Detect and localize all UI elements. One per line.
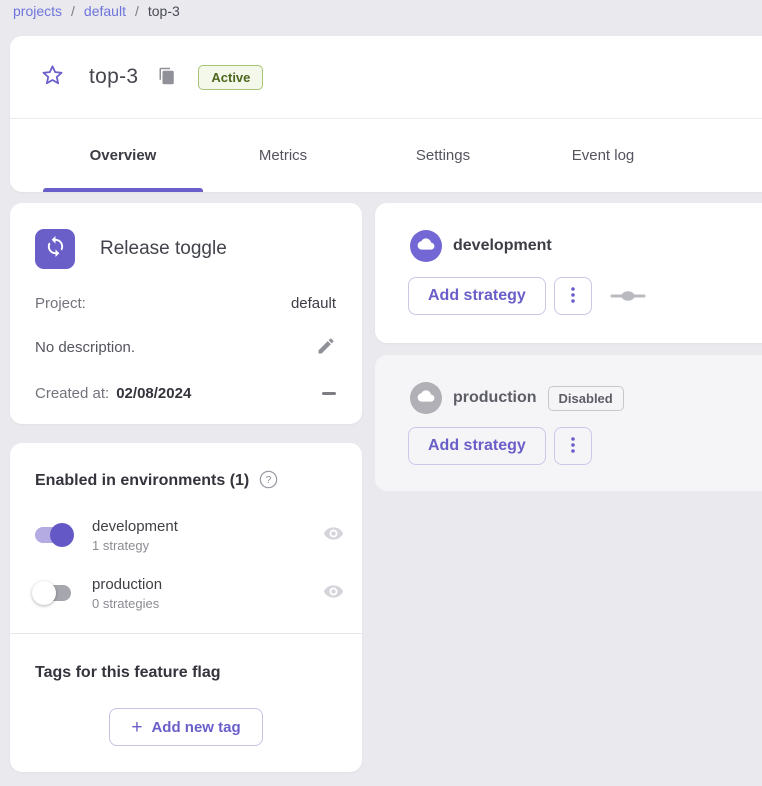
- copy-name-button[interactable]: [158, 67, 176, 88]
- help-button[interactable]: ?: [259, 470, 278, 492]
- environment-name: development: [92, 518, 178, 535]
- svg-text:?: ?: [266, 475, 272, 486]
- environment-strategy-count: 1 strategy: [92, 538, 178, 553]
- sync-icon: [44, 235, 67, 263]
- environments-title: Enabled in environments (1): [35, 472, 249, 490]
- project-row: Project: default: [35, 295, 336, 312]
- created-at-row: Created at: 02/08/2024: [35, 385, 336, 402]
- breadcrumb-link-projects[interactable]: projects: [13, 3, 62, 19]
- breadcrumb-separator: /: [135, 3, 139, 19]
- tab-event-log[interactable]: Event log: [523, 119, 683, 192]
- breadcrumb-current: top-3: [148, 3, 180, 19]
- add-strategy-button-production[interactable]: Add strategy: [408, 427, 546, 465]
- flag-type-header: Release toggle: [35, 229, 227, 269]
- strategy-separator-icon: [610, 289, 646, 303]
- panel-actions: Add strategy: [408, 427, 592, 465]
- breadcrumb: projects / default / top-3: [13, 3, 180, 19]
- question-mark-icon: ?: [259, 470, 278, 492]
- flag-header-card: top-3 Active Overview Metrics Settings E…: [10, 36, 762, 192]
- disabled-badge: Disabled: [548, 386, 624, 411]
- release-toggle-icon-badge: [35, 229, 75, 269]
- plus-icon: +: [131, 718, 142, 737]
- visibility-button-development[interactable]: [323, 523, 344, 547]
- eye-icon: [323, 581, 344, 605]
- environment-row-production: production 0 strategies: [32, 569, 344, 617]
- eye-icon: [323, 523, 344, 547]
- environment-toggle-production[interactable]: [32, 581, 74, 605]
- breadcrumb-separator: /: [71, 3, 75, 19]
- description-row: No description.: [35, 336, 336, 359]
- visibility-button-production[interactable]: [323, 581, 344, 605]
- environments-card: Enabled in environments (1) ? developmen…: [10, 443, 362, 772]
- star-icon: [40, 63, 65, 91]
- divider: [10, 633, 362, 634]
- panel-actions: Add strategy: [408, 277, 646, 315]
- add-new-tag-label: Add new tag: [151, 719, 240, 736]
- environment-panel-production: production Disabled Add strategy: [375, 355, 762, 491]
- environments-title-row: Enabled in environments (1) ?: [35, 470, 278, 492]
- page-title: top-3: [89, 65, 138, 89]
- project-label: Project:: [35, 295, 86, 312]
- edit-description-button[interactable]: [316, 336, 336, 359]
- tabs: Overview Metrics Settings Event log: [10, 118, 762, 192]
- panel-environment-name: production: [453, 389, 537, 407]
- minus-icon: [322, 392, 336, 395]
- kebab-menu-icon: [565, 286, 581, 307]
- tags-title: Tags for this feature flag: [35, 664, 221, 682]
- cloud-icon: [417, 237, 435, 256]
- environment-row-development: development 1 strategy: [32, 511, 344, 559]
- more-options-button-production[interactable]: [554, 427, 592, 465]
- active-tab-underline: [43, 188, 203, 192]
- pencil-icon: [316, 336, 336, 359]
- page: projects / default / top-3 top-3: [0, 0, 762, 786]
- tab-settings[interactable]: Settings: [363, 119, 523, 192]
- tab-metrics[interactable]: Metrics: [203, 119, 363, 192]
- panel-header: development: [410, 230, 552, 262]
- created-at-label: Created at:: [35, 385, 109, 402]
- panel-header: production Disabled: [410, 382, 624, 414]
- status-badge: Active: [198, 65, 263, 90]
- description-text: No description.: [35, 339, 135, 356]
- kebab-menu-icon: [565, 436, 581, 457]
- copy-icon: [158, 67, 176, 88]
- panel-environment-name: development: [453, 237, 552, 255]
- environment-strategy-count: 0 strategies: [92, 596, 162, 611]
- add-strategy-button-development[interactable]: Add strategy: [408, 277, 546, 315]
- flag-type-label: Release toggle: [100, 238, 227, 260]
- created-at-value: 02/08/2024: [116, 385, 191, 402]
- project-value: default: [291, 295, 336, 312]
- environment-badge: [410, 230, 442, 262]
- breadcrumb-link-default[interactable]: default: [84, 3, 126, 19]
- environment-toggle-development[interactable]: [32, 523, 74, 547]
- cloud-icon: [417, 389, 435, 408]
- collapse-card-button[interactable]: [322, 388, 336, 399]
- add-new-tag-button[interactable]: + Add new tag: [109, 708, 263, 746]
- environment-panel-development: development Add strategy: [375, 203, 762, 343]
- flag-details-card: Release toggle Project: default No descr…: [10, 203, 362, 424]
- more-options-button-development[interactable]: [554, 277, 592, 315]
- environment-name: production: [92, 576, 162, 593]
- title-row: top-3 Active: [10, 36, 762, 118]
- environment-badge: [410, 382, 442, 414]
- tab-overview[interactable]: Overview: [43, 119, 203, 192]
- favorite-star-button[interactable]: [40, 63, 65, 91]
